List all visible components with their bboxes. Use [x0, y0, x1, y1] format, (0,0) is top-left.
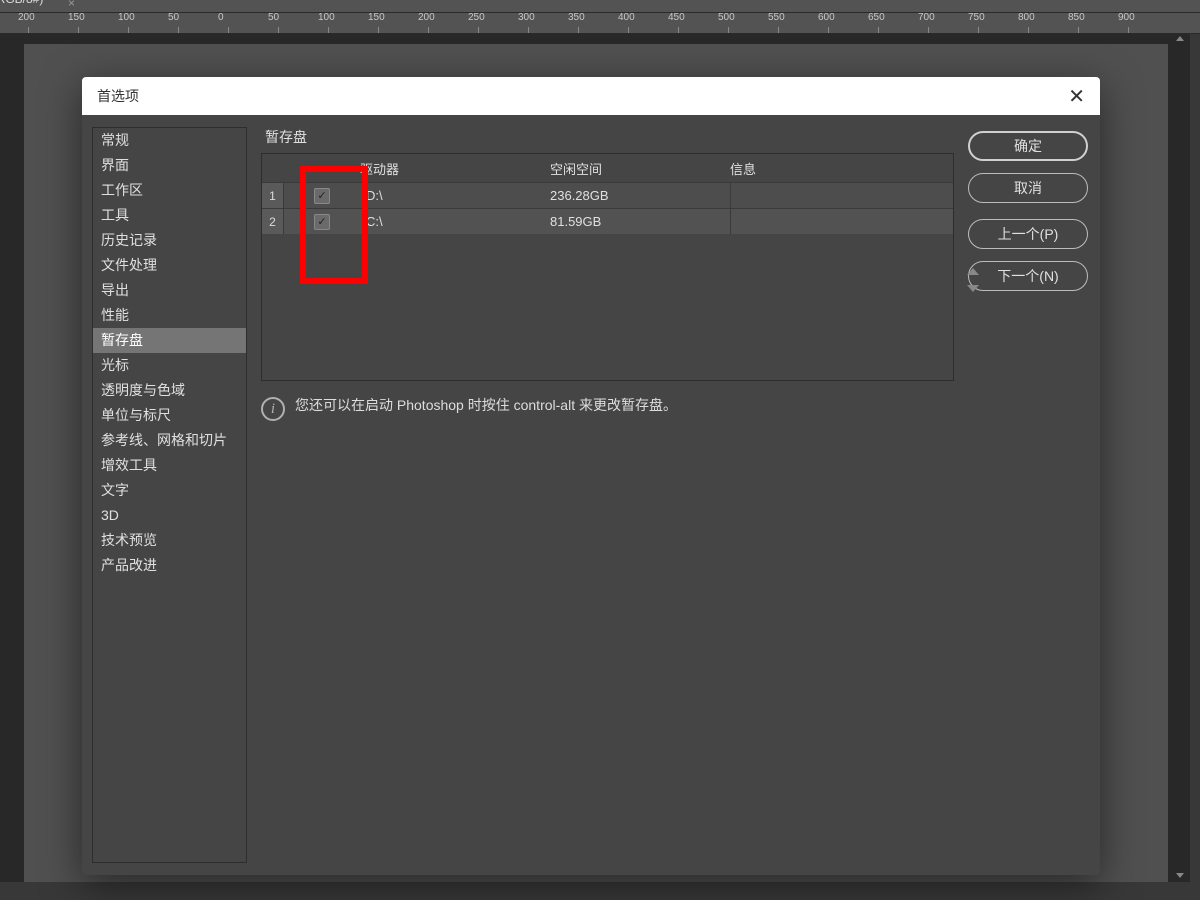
prev-button[interactable]: 上一个(P): [968, 219, 1088, 249]
dialog-button-column: 确定 取消 上一个(P) 下一个(N): [968, 127, 1088, 863]
ruler-mark: 500: [730, 13, 747, 24]
sidebar-item-1[interactable]: 界面: [93, 153, 246, 178]
ruler-mark: 200: [430, 13, 447, 24]
sidebar-item-14[interactable]: 文字: [93, 478, 246, 503]
ruler-mark: 550: [780, 13, 797, 24]
dialog-titlebar: 首选项 ✕: [82, 77, 1100, 115]
hint-text: 您还可以在启动 Photoshop 时按住 control-alt 来更改暂存盘…: [295, 395, 677, 415]
next-button[interactable]: 下一个(N): [968, 261, 1088, 291]
move-up-icon[interactable]: [967, 268, 979, 275]
disk-table-header: 驱动器 空闲空间 信息: [262, 154, 953, 182]
tab-close-icon[interactable]: ×: [68, 0, 75, 10]
ruler-mark: 350: [580, 13, 597, 24]
sidebar-item-11[interactable]: 单位与标尺: [93, 403, 246, 428]
ruler-mark: 650: [880, 13, 897, 24]
sidebar-item-8[interactable]: 暂存盘: [93, 328, 246, 353]
sidebar-item-15[interactable]: 3D: [93, 503, 246, 528]
sidebar-item-3[interactable]: 工具: [93, 203, 246, 228]
disk-row[interactable]: 1 ✓ D:\236.28GB: [262, 182, 953, 208]
free-space: 81.59GB: [550, 214, 730, 229]
move-down-icon[interactable]: [967, 285, 979, 292]
ok-button[interactable]: 确定: [968, 131, 1088, 161]
ruler-mark: 400: [630, 13, 647, 24]
ruler-mark: 150: [80, 13, 97, 24]
scratch-disk-panel: 驱动器 空闲空间 信息 1 ✓ D:\236.28GB 2 ✓ C:\81.59GB: [261, 153, 954, 381]
ruler-mark: 100: [130, 13, 147, 24]
document-tab-label[interactable]: , RGB/8#): [0, 0, 43, 6]
disk-enable-checkbox[interactable]: ✓: [314, 214, 330, 230]
right-panel-strip: [1190, 34, 1200, 882]
document-tab-bar: , RGB/8#) ×: [0, 0, 1200, 12]
disk-info: [730, 183, 953, 208]
sidebar-item-9[interactable]: 光标: [93, 353, 246, 378]
free-space: 236.28GB: [550, 188, 730, 203]
sidebar-item-6[interactable]: 导出: [93, 278, 246, 303]
sidebar-item-7[interactable]: 性能: [93, 303, 246, 328]
sidebar-item-0[interactable]: 常规: [93, 128, 246, 153]
ruler-mark: 0: [230, 13, 236, 24]
drive-path: C:\: [360, 214, 550, 229]
header-enable: [292, 159, 360, 178]
reorder-controls: [967, 268, 979, 292]
ruler-mark: 600: [830, 13, 847, 24]
scroll-down-arrow-icon[interactable]: [1176, 873, 1184, 878]
sidebar-item-4[interactable]: 历史记录: [93, 228, 246, 253]
header-free-space: 空闲空间: [550, 159, 730, 178]
ruler-mark: 700: [930, 13, 947, 24]
disk-enable-checkbox[interactable]: ✓: [314, 188, 330, 204]
bottom-strip: [0, 882, 1200, 900]
ruler-mark: 800: [1030, 13, 1047, 24]
ruler-mark: 850: [1080, 13, 1097, 24]
ruler-mark: 250: [480, 13, 497, 24]
sidebar-item-17[interactable]: 产品改进: [93, 553, 246, 578]
header-drive: 驱动器: [360, 159, 550, 178]
row-number: 2: [262, 209, 284, 234]
ruler-mark: 750: [980, 13, 997, 24]
ruler-mark: 450: [680, 13, 697, 24]
disk-info: [730, 209, 953, 234]
sidebar-item-5[interactable]: 文件处理: [93, 253, 246, 278]
hint-row: i 您还可以在启动 Photoshop 时按住 control-alt 来更改暂…: [261, 395, 954, 421]
header-info: 信息: [730, 159, 953, 178]
info-icon: i: [261, 397, 285, 421]
disk-row[interactable]: 2 ✓ C:\81.59GB: [262, 208, 953, 234]
ruler-mark: 150: [380, 13, 397, 24]
dialog-title: 首选项: [97, 86, 139, 106]
section-title: 暂存盘: [261, 127, 954, 153]
ruler-mark: 900: [1130, 13, 1147, 24]
ruler-mark: 50: [280, 13, 291, 24]
sidebar-item-13[interactable]: 增效工具: [93, 453, 246, 478]
horizontal-ruler: 3002502001501005005010015020025030035040…: [0, 12, 1200, 34]
close-icon[interactable]: ✕: [1068, 84, 1085, 109]
ruler-mark: 100: [330, 13, 347, 24]
ruler-mark: 300: [530, 13, 547, 24]
sidebar-item-12[interactable]: 参考线、网格和切片: [93, 428, 246, 453]
preferences-main: 暂存盘 驱动器 空闲空间 信息 1 ✓ D:\236.28GB 2 ✓ C:\81.59G…: [261, 127, 954, 863]
row-number: 1: [262, 183, 284, 208]
sidebar-item-10[interactable]: 透明度与色域: [93, 378, 246, 403]
scroll-up-arrow-icon[interactable]: [1176, 36, 1184, 41]
preferences-dialog: 首选项 ✕ 常规界面工作区工具历史记录文件处理导出性能暂存盘光标透明度与色域单位…: [82, 77, 1100, 875]
ruler-mark: 50: [180, 13, 191, 24]
ruler-mark: 200: [30, 13, 47, 24]
drive-path: D:\: [360, 188, 550, 203]
cancel-button[interactable]: 取消: [968, 173, 1088, 203]
sidebar-item-2[interactable]: 工作区: [93, 178, 246, 203]
preferences-sidebar: 常规界面工作区工具历史记录文件处理导出性能暂存盘光标透明度与色域单位与标尺参考线…: [92, 127, 247, 863]
sidebar-item-16[interactable]: 技术预览: [93, 528, 246, 553]
